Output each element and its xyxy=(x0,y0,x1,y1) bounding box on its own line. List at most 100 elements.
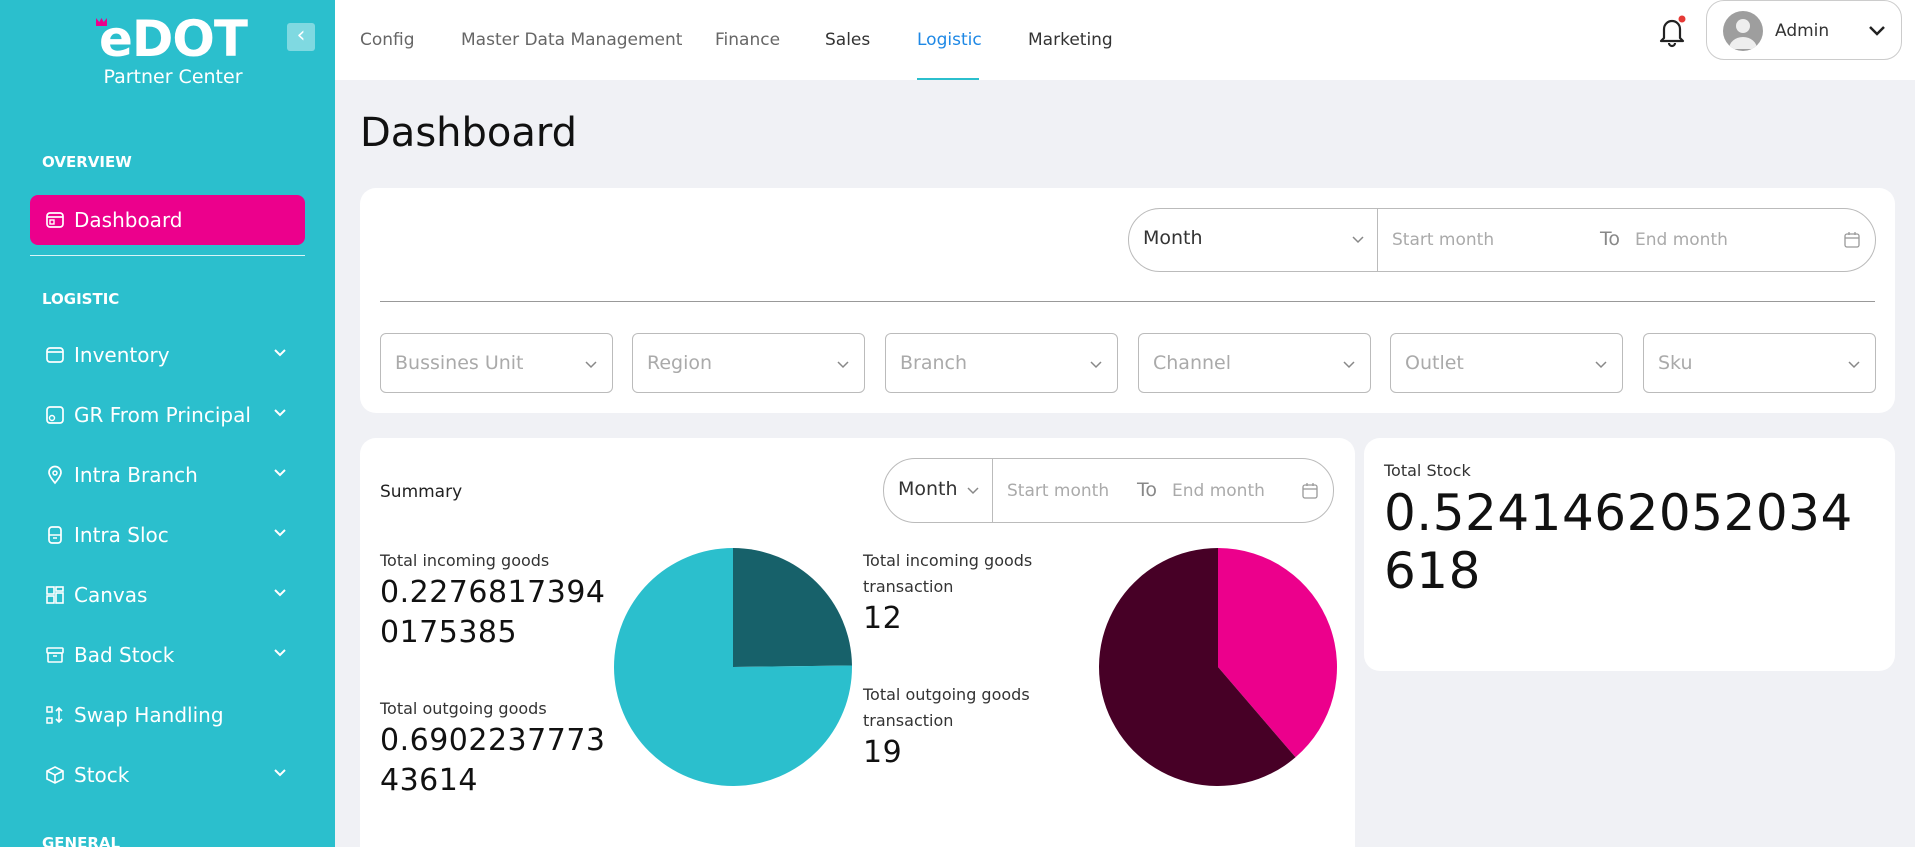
chevron-down-icon xyxy=(274,349,286,357)
brand-subtitle: Partner Center xyxy=(103,66,243,88)
section-logistic: LOGISTIC xyxy=(42,290,120,308)
sidebar-item-gr-from-principal[interactable]: GR From Principal xyxy=(30,390,305,440)
range-separator xyxy=(1377,209,1378,271)
chevron-left-icon: ‹ xyxy=(296,23,306,48)
select-placeholder: Region xyxy=(647,352,713,374)
sidebar-item-label: Dashboard xyxy=(74,208,183,232)
sidebar-item-stock[interactable]: Stock xyxy=(30,750,305,800)
brand-logo: eDOT xyxy=(95,14,248,64)
select-placeholder: Branch xyxy=(900,352,968,374)
cube-icon xyxy=(44,764,66,786)
sidebar-item-intra-sloc[interactable]: Intra Sloc xyxy=(30,510,305,560)
period-select-value[interactable]: Month xyxy=(1143,227,1203,249)
swap-icon xyxy=(44,704,66,726)
pie-slice-incoming-goods xyxy=(733,548,852,667)
calendar-icon[interactable] xyxy=(1301,482,1319,500)
tab-config[interactable]: Config xyxy=(360,30,415,50)
gr-principal-icon xyxy=(44,404,66,426)
start-month-input[interactable]: Start month xyxy=(1392,230,1494,250)
sidebar-divider xyxy=(30,255,305,256)
sidebar-item-label: Inventory xyxy=(74,343,170,367)
to-label: To xyxy=(1600,228,1621,250)
outlet-select[interactable]: Outlet xyxy=(1390,333,1623,393)
summary-start-month-input[interactable]: Start month xyxy=(1007,481,1109,501)
chevron-down-icon xyxy=(274,769,286,777)
channel-select[interactable]: Channel xyxy=(1138,333,1371,393)
total-stock-label: Total Stock xyxy=(1384,461,1471,480)
summary-end-month-input[interactable]: End month xyxy=(1172,481,1265,501)
collapse-sidebar-button[interactable]: ‹ xyxy=(287,23,315,51)
sku-select[interactable]: Sku xyxy=(1643,333,1876,393)
outgoing-tx-label: Total outgoing goods transaction xyxy=(863,685,1030,730)
active-tab-indicator xyxy=(917,78,979,80)
sidebar: eDOT Partner Center ‹ OVERVIEW Dashboard… xyxy=(0,0,335,847)
range-separator xyxy=(992,459,993,522)
sidebar-item-bad-stock[interactable]: Bad Stock xyxy=(30,630,305,680)
goods-pie-chart xyxy=(614,548,852,786)
summary-period-select-value[interactable]: Month xyxy=(898,478,958,500)
end-month-input[interactable]: End month xyxy=(1635,230,1728,250)
chevron-down-icon xyxy=(1595,361,1607,369)
outgoing-tx-value: 19 xyxy=(863,735,903,770)
canvas-icon xyxy=(44,584,66,606)
brand[interactable]: eDOT Partner Center xyxy=(95,14,248,88)
chevron-down-icon xyxy=(837,361,849,369)
chevron-down-icon xyxy=(585,361,597,369)
incoming-goods-value: 0.22768173940175385 xyxy=(380,575,606,650)
sidebar-item-label: Canvas xyxy=(74,583,148,607)
select-placeholder: Bussines Unit xyxy=(395,352,524,374)
chevron-down-icon xyxy=(274,649,286,657)
date-range-filter[interactable] xyxy=(1128,208,1876,272)
sidebar-item-label: Bad Stock xyxy=(74,643,175,667)
to-label: To xyxy=(1137,479,1158,501)
chevron-down-icon xyxy=(274,409,286,417)
region-select[interactable]: Region xyxy=(632,333,865,393)
sidebar-item-canvas[interactable]: Canvas xyxy=(30,570,305,620)
select-placeholder: Channel xyxy=(1153,352,1232,374)
chevron-down-icon xyxy=(1352,236,1364,244)
outgoing-goods-label: Total outgoing goods xyxy=(380,699,547,718)
calendar-icon[interactable] xyxy=(1843,231,1861,249)
sidebar-item-label: GR From Principal xyxy=(74,403,251,427)
sidebar-item-inventory[interactable]: Inventory xyxy=(30,330,305,380)
tab-sales[interactable]: Sales xyxy=(825,30,870,50)
summary-title: Summary xyxy=(380,482,463,502)
notification-bell-icon[interactable] xyxy=(1657,14,1687,48)
user-menu[interactable]: Admin xyxy=(1706,0,1902,60)
chevron-down-icon xyxy=(967,487,979,495)
branch-select[interactable]: Branch xyxy=(885,333,1118,393)
tab-marketing[interactable]: Marketing xyxy=(1028,30,1113,50)
chevron-down-icon xyxy=(274,529,286,537)
chevron-down-icon xyxy=(1343,361,1355,369)
chevron-down-icon xyxy=(1869,26,1885,36)
tab-logistic[interactable]: Logistic xyxy=(917,30,982,50)
sidebar-item-swap-handling[interactable]: Swap Handling xyxy=(30,690,305,740)
business-unit-select[interactable]: Bussines Unit xyxy=(380,333,613,393)
select-placeholder: Outlet xyxy=(1405,352,1464,374)
page-title: Dashboard xyxy=(360,110,578,156)
chevron-down-icon xyxy=(1090,361,1102,369)
section-overview: OVERVIEW xyxy=(42,153,132,171)
dashboard-icon xyxy=(44,209,66,231)
avatar xyxy=(1723,11,1763,51)
sidebar-item-label: Intra Sloc xyxy=(74,523,169,547)
sidebar-item-dashboard[interactable]: Dashboard xyxy=(30,195,305,245)
tab-master-data-management[interactable]: Master Data Management xyxy=(461,30,682,50)
intra-sloc-icon xyxy=(44,524,66,546)
sidebar-item-label: Stock xyxy=(74,763,130,787)
incoming-tx-label: Total incoming goods transaction xyxy=(863,551,1033,596)
sidebar-item-intra-branch[interactable]: Intra Branch xyxy=(30,450,305,500)
outgoing-goods-value: 0.690223777343614 xyxy=(380,723,606,798)
select-placeholder: Sku xyxy=(1658,352,1693,374)
section-general: GENERAL xyxy=(42,834,121,847)
location-pin-icon xyxy=(44,464,66,486)
incoming-goods-label: Total incoming goods xyxy=(380,551,550,570)
chevron-down-icon xyxy=(1848,361,1860,369)
incoming-tx-value: 12 xyxy=(863,601,903,636)
chevron-down-icon xyxy=(274,589,286,597)
sidebar-item-label: Swap Handling xyxy=(74,703,224,727)
tab-finance[interactable]: Finance xyxy=(715,30,780,50)
sidebar-item-label: Intra Branch xyxy=(74,463,198,487)
transaction-pie-chart xyxy=(1099,548,1337,786)
total-stock-value: 0.5241462052034618 xyxy=(1384,484,1853,600)
